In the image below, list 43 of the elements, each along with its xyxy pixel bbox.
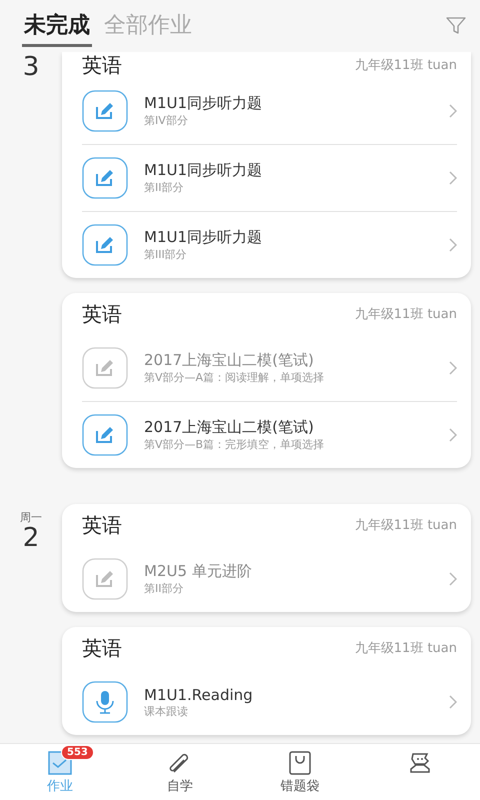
- subject-label: 英语: [82, 52, 122, 78]
- assignment-subtitle: 课本跟读: [144, 704, 189, 718]
- nav-tab[interactable]: 自学: [120, 744, 240, 800]
- class-info: 九年级11班 tuan: [354, 57, 457, 74]
- assignment-row[interactable]: M1U1同步听力题 第II部分: [82, 144, 457, 211]
- assignment-subtitle: 第V部分—B篇：完形填空，单项选择: [144, 437, 326, 452]
- assignment-title: 2017上海宝山二模(笔试): [144, 418, 315, 437]
- nav-tab[interactable]: 553 作业: [0, 744, 120, 800]
- tab[interactable]: 未完成: [22, 6, 92, 46]
- assignment-subtitle: 第V部分—A篇：阅读理解，单项选择: [144, 370, 326, 385]
- subject-label: 英语: [82, 512, 122, 538]
- day-number: 3: [22, 54, 40, 80]
- assignment-subtitle: 第III部分: [144, 247, 188, 262]
- chevron-icon: [449, 238, 457, 252]
- class-info: 九年级11班 tuan: [354, 517, 457, 534]
- assignment-subtitle: 第IV部分: [144, 113, 189, 128]
- class-info: 九年级11班 tuan: [354, 306, 457, 323]
- chevron-icon: [449, 171, 457, 185]
- assignment-title: 2017上海宝山二模(笔试): [144, 351, 315, 370]
- chevron-icon: [449, 695, 457, 709]
- class-info: 九年级11班 tuan: [354, 640, 457, 657]
- day-number: 2: [22, 525, 40, 551]
- assignment-row[interactable]: M1U1同步听力题 第IV部分: [82, 78, 457, 144]
- nav-tab[interactable]: 错题袋: [240, 744, 360, 800]
- assignment-title: M2U5 单元进阶: [144, 562, 253, 581]
- subject-label: 英语: [82, 634, 122, 662]
- weekday-label: 周一: [20, 510, 42, 525]
- chevron-icon: [449, 572, 457, 586]
- chevron-icon: [449, 428, 457, 442]
- assignment-subtitle: 第II部分: [144, 581, 184, 596]
- assignment-subtitle: 第II部分: [144, 180, 184, 195]
- assignment-title: M1U1同步听力题: [144, 161, 264, 180]
- assignment-row[interactable]: 2017上海宝山二模(笔试) 第V部分—B篇：完形填空，单项选择: [82, 401, 457, 468]
- assignment-title: M1U1同步听力题: [144, 94, 264, 113]
- bag-icon: [287, 750, 313, 776]
- assignment-row[interactable]: M1U1.Reading 课本跟读: [82, 669, 457, 735]
- chevron-icon: [449, 361, 457, 375]
- count-badge: 553: [61, 745, 94, 760]
- subject-label: 英语: [82, 300, 122, 328]
- chevron-icon: [449, 104, 457, 118]
- assignment-title: M1U1.Reading: [144, 686, 254, 704]
- assignment-row[interactable]: M1U1同步听力题 第III部分: [82, 211, 457, 278]
- assignment-title: M1U1同步听力题: [144, 228, 264, 247]
